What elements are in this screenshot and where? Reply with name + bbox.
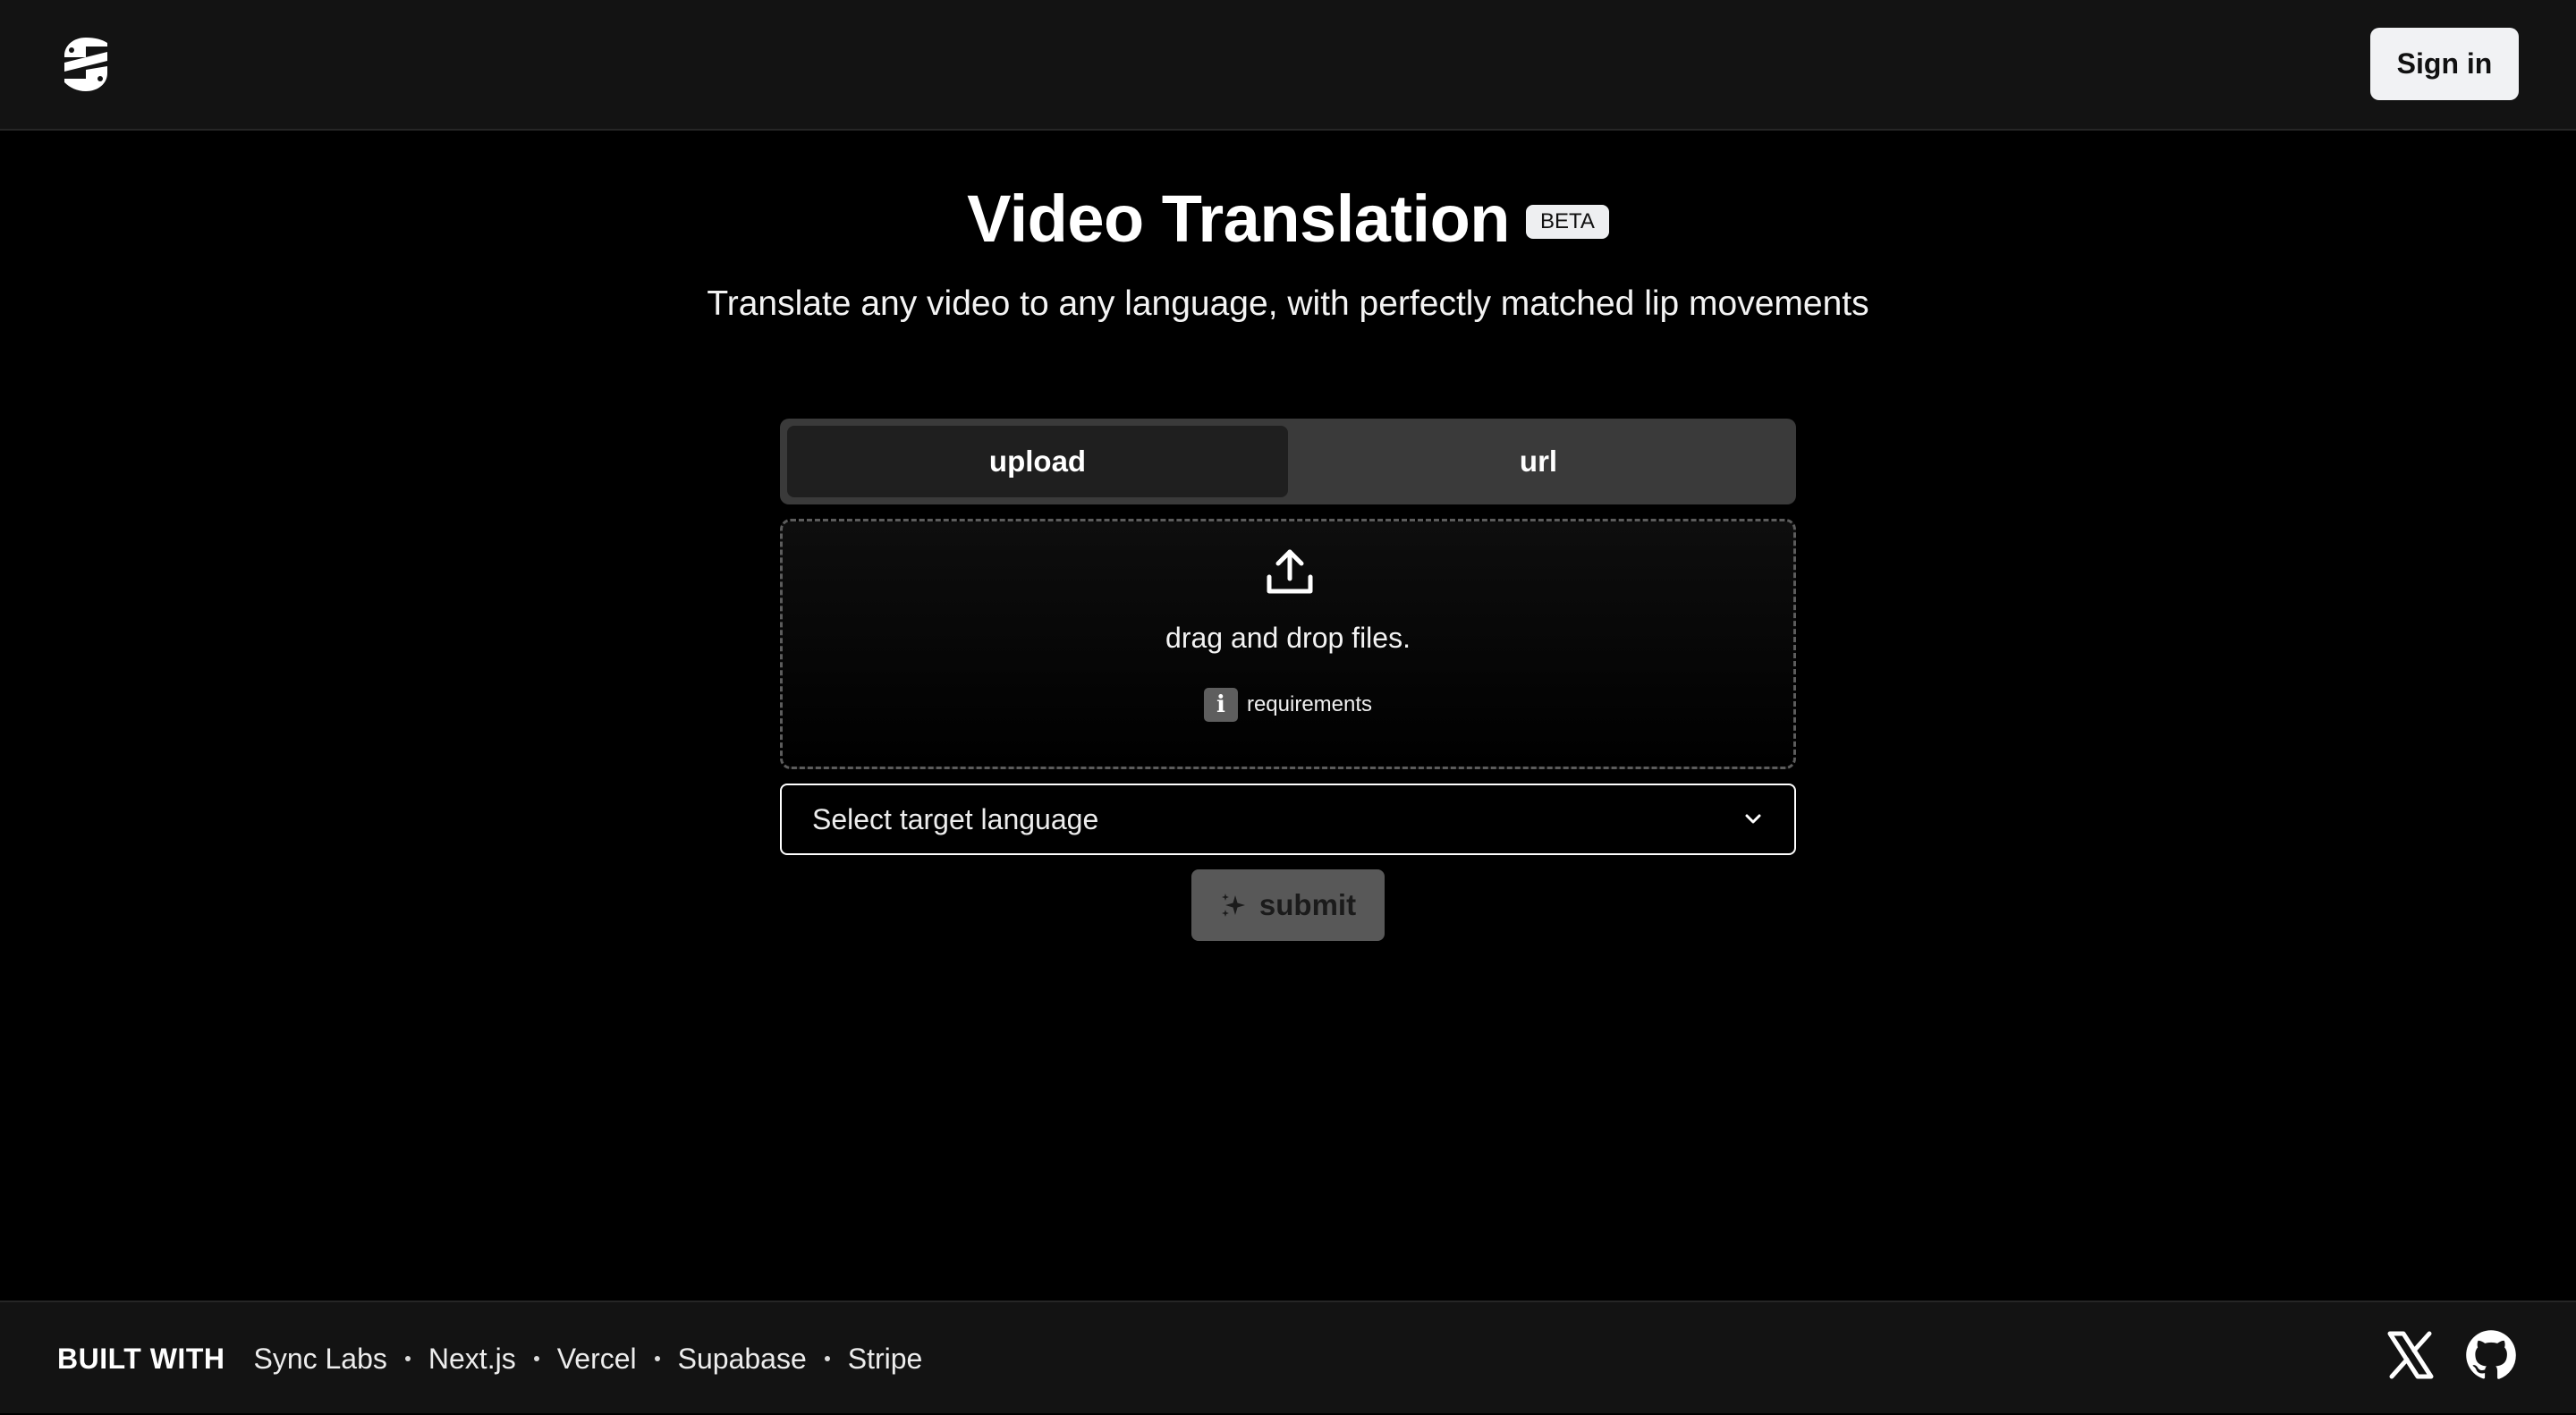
separator-dot bbox=[404, 1356, 411, 1361]
tech-link-sync-labs[interactable]: Sync Labs bbox=[253, 1343, 386, 1376]
built-with-list: BUILT WITH Sync Labs Next.js Vercel Supa… bbox=[57, 1302, 922, 1415]
tab-url[interactable]: url bbox=[1288, 426, 1789, 497]
target-language-select[interactable]: Select target language bbox=[780, 784, 1796, 855]
github-icon[interactable] bbox=[2465, 1329, 2517, 1381]
requirements-link[interactable]: i requirements bbox=[783, 688, 1793, 722]
beta-badge: BETA bbox=[1526, 205, 1609, 239]
info-icon: i bbox=[1203, 688, 1238, 722]
submit-button[interactable]: submit bbox=[1191, 869, 1385, 941]
page-subtitle: Translate any video to any language, wit… bbox=[707, 284, 1869, 323]
requirements-label: requirements bbox=[1246, 692, 1373, 716]
separator-dot bbox=[654, 1356, 660, 1361]
submit-label: submit bbox=[1258, 888, 1357, 921]
file-dropzone[interactable]: drag and drop files. i requirements bbox=[780, 519, 1796, 769]
dropzone-text: drag and drop files. bbox=[1165, 622, 1411, 654]
separator-dot bbox=[533, 1356, 539, 1361]
sync-labs-logo-icon[interactable] bbox=[61, 34, 111, 95]
sign-in-button[interactable]: Sign in bbox=[2370, 28, 2519, 100]
top-navbar: Sign in bbox=[0, 0, 2576, 131]
tech-link-nextjs[interactable]: Next.js bbox=[428, 1343, 516, 1376]
x-icon[interactable] bbox=[2385, 1329, 2436, 1381]
tech-link-supabase[interactable]: Supabase bbox=[678, 1343, 807, 1376]
source-tabs: upload url bbox=[780, 419, 1796, 504]
footer: BUILT WITH Sync Labs Next.js Vercel Supa… bbox=[0, 1301, 2576, 1413]
title-row: Video Translation BETA bbox=[0, 186, 2576, 252]
page-title: Video Translation bbox=[967, 182, 1511, 256]
separator-dot bbox=[824, 1356, 830, 1361]
sparkle-icon bbox=[1221, 894, 1245, 917]
built-with-label: BUILT WITH bbox=[57, 1342, 225, 1375]
tech-link-vercel[interactable]: Vercel bbox=[557, 1343, 637, 1376]
tech-link-stripe[interactable]: Stripe bbox=[848, 1343, 923, 1376]
select-placeholder: Select target language bbox=[812, 802, 1099, 835]
chevron-down-icon bbox=[1745, 814, 1761, 824]
upload-icon bbox=[1267, 549, 1313, 594]
tab-upload[interactable]: upload bbox=[787, 426, 1288, 497]
